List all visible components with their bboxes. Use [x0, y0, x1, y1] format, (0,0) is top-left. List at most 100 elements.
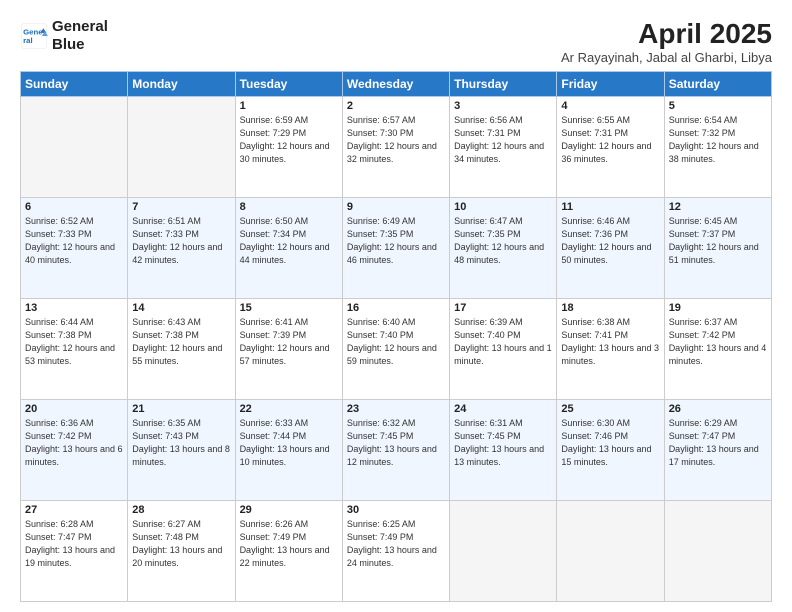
day-number: 2 [347, 100, 445, 112]
day-number: 12 [669, 201, 767, 213]
calendar-cell: 21 Sunrise: 6:35 AMSunset: 7:43 PMDayligh… [128, 400, 235, 501]
calendar-cell [557, 501, 664, 602]
day-info: Sunrise: 6:32 AMSunset: 7:45 PMDaylight:… [347, 417, 445, 469]
day-header-friday: Friday [557, 72, 664, 97]
day-info: Sunrise: 6:56 AMSunset: 7:31 PMDaylight:… [454, 114, 552, 166]
day-info: Sunrise: 6:57 AMSunset: 7:30 PMDaylight:… [347, 114, 445, 166]
day-number: 16 [347, 302, 445, 314]
calendar-cell: 1 Sunrise: 6:59 AMSunset: 7:29 PMDaylight… [235, 97, 342, 198]
logo-line1: General [52, 18, 108, 36]
calendar-week-row: 13 Sunrise: 6:44 AMSunset: 7:38 PMDayligh… [21, 299, 772, 400]
day-info: Sunrise: 6:26 AMSunset: 7:49 PMDaylight:… [240, 518, 338, 570]
day-number: 1 [240, 100, 338, 112]
day-info: Sunrise: 6:29 AMSunset: 7:47 PMDaylight:… [669, 417, 767, 469]
logo: Gene- ral General Blue [20, 18, 108, 54]
day-info: Sunrise: 6:36 AMSunset: 7:42 PMDaylight:… [25, 417, 123, 469]
calendar-cell: 5 Sunrise: 6:54 AMSunset: 7:32 PMDaylight… [664, 97, 771, 198]
calendar-week-row: 20 Sunrise: 6:36 AMSunset: 7:42 PMDayligh… [21, 400, 772, 501]
calendar-week-row: 6Sunrise: 6:52 AMSunset: 7:33 PMDaylight… [21, 198, 772, 299]
day-info: Sunrise: 6:31 AMSunset: 7:45 PMDaylight:… [454, 417, 552, 469]
day-number: 15 [240, 302, 338, 314]
calendar-cell: 17 Sunrise: 6:39 AMSunset: 7:40 PMDayligh… [450, 299, 557, 400]
day-number: 20 [25, 403, 123, 415]
day-info: Sunrise: 6:54 AMSunset: 7:32 PMDaylight:… [669, 114, 767, 166]
calendar-cell: 2 Sunrise: 6:57 AMSunset: 7:30 PMDaylight… [342, 97, 449, 198]
calendar-cell: 29 Sunrise: 6:26 AMSunset: 7:49 PMDayligh… [235, 501, 342, 602]
calendar-cell: 28 Sunrise: 6:27 AMSunset: 7:48 PMDayligh… [128, 501, 235, 602]
calendar-cell: 15 Sunrise: 6:41 AMSunset: 7:39 PMDayligh… [235, 299, 342, 400]
day-number: 22 [240, 403, 338, 415]
calendar-cell: 4 Sunrise: 6:55 AMSunset: 7:31 PMDaylight… [557, 97, 664, 198]
day-info: Sunrise: 6:55 AMSunset: 7:31 PMDaylight:… [561, 114, 659, 166]
day-number: 24 [454, 403, 552, 415]
day-info: Sunrise: 6:28 AMSunset: 7:47 PMDaylight:… [25, 518, 123, 570]
calendar-cell: 25 Sunrise: 6:30 AMSunset: 7:46 PMDayligh… [557, 400, 664, 501]
day-number: 17 [454, 302, 552, 314]
day-info: Sunrise: 6:50 AMSunset: 7:34 PMDaylight:… [240, 215, 338, 267]
day-info: Sunrise: 6:33 AMSunset: 7:44 PMDaylight:… [240, 417, 338, 469]
calendar-cell: 6Sunrise: 6:52 AMSunset: 7:33 PMDaylight… [21, 198, 128, 299]
calendar-cell: 27 Sunrise: 6:28 AMSunset: 7:47 PMDayligh… [21, 501, 128, 602]
calendar-cell: 30 Sunrise: 6:25 AMSunset: 7:49 PMDayligh… [342, 501, 449, 602]
calendar-cell: 20 Sunrise: 6:36 AMSunset: 7:42 PMDayligh… [21, 400, 128, 501]
day-info: Sunrise: 6:25 AMSunset: 7:49 PMDaylight:… [347, 518, 445, 570]
calendar-cell [128, 97, 235, 198]
day-info: Sunrise: 6:30 AMSunset: 7:46 PMDaylight:… [561, 417, 659, 469]
day-number: 8 [240, 201, 338, 213]
calendar-cell: 11Sunrise: 6:46 AMSunset: 7:36 PMDayligh… [557, 198, 664, 299]
calendar-cell: 19 Sunrise: 6:37 AMSunset: 7:42 PMDayligh… [664, 299, 771, 400]
day-number: 7 [132, 201, 230, 213]
day-info: Sunrise: 6:38 AMSunset: 7:41 PMDaylight:… [561, 316, 659, 368]
day-number: 25 [561, 403, 659, 415]
day-number: 27 [25, 504, 123, 516]
calendar-week-row: 1 Sunrise: 6:59 AMSunset: 7:29 PMDaylight… [21, 97, 772, 198]
calendar: SundayMondayTuesdayWednesdayThursdayFrid… [20, 71, 772, 602]
header: Gene- ral General Blue April 2025 Ar Ray… [20, 18, 772, 65]
calendar-cell [450, 501, 557, 602]
calendar-cell: 18Sunrise: 6:38 AMSunset: 7:41 PMDayligh… [557, 299, 664, 400]
day-info: Sunrise: 6:35 AMSunset: 7:43 PMDaylight:… [132, 417, 230, 469]
calendar-cell: 13 Sunrise: 6:44 AMSunset: 7:38 PMDayligh… [21, 299, 128, 400]
day-number: 14 [132, 302, 230, 314]
day-info: Sunrise: 6:44 AMSunset: 7:38 PMDaylight:… [25, 316, 123, 368]
day-number: 11 [561, 201, 659, 213]
calendar-cell: 12Sunrise: 6:45 AMSunset: 7:37 PMDayligh… [664, 198, 771, 299]
calendar-cell: 26 Sunrise: 6:29 AMSunset: 7:47 PMDayligh… [664, 400, 771, 501]
day-info: Sunrise: 6:40 AMSunset: 7:40 PMDaylight:… [347, 316, 445, 368]
day-header-tuesday: Tuesday [235, 72, 342, 97]
day-info: Sunrise: 6:37 AMSunset: 7:42 PMDaylight:… [669, 316, 767, 368]
calendar-week-row: 27 Sunrise: 6:28 AMSunset: 7:47 PMDayligh… [21, 501, 772, 602]
day-info: Sunrise: 6:43 AMSunset: 7:38 PMDaylight:… [132, 316, 230, 368]
day-info: Sunrise: 6:52 AMSunset: 7:33 PMDaylight:… [25, 215, 123, 267]
day-number: 29 [240, 504, 338, 516]
calendar-cell [664, 501, 771, 602]
day-number: 28 [132, 504, 230, 516]
day-info: Sunrise: 6:39 AMSunset: 7:40 PMDaylight:… [454, 316, 552, 368]
day-number: 30 [347, 504, 445, 516]
calendar-cell: 7 Sunrise: 6:51 AMSunset: 7:33 PMDaylight… [128, 198, 235, 299]
day-info: Sunrise: 6:51 AMSunset: 7:33 PMDaylight:… [132, 215, 230, 267]
day-number: 19 [669, 302, 767, 314]
day-number: 13 [25, 302, 123, 314]
logo-text: General Blue [52, 18, 108, 54]
page: Gene- ral General Blue April 2025 Ar Ray… [0, 0, 792, 612]
day-number: 9 [347, 201, 445, 213]
day-number: 5 [669, 100, 767, 112]
calendar-cell: 14 Sunrise: 6:43 AMSunset: 7:38 PMDayligh… [128, 299, 235, 400]
calendar-cell: 22 Sunrise: 6:33 AMSunset: 7:44 PMDayligh… [235, 400, 342, 501]
calendar-cell: 23Sunrise: 6:32 AMSunset: 7:45 PMDayligh… [342, 400, 449, 501]
day-info: Sunrise: 6:47 AMSunset: 7:35 PMDaylight:… [454, 215, 552, 267]
day-info: Sunrise: 6:49 AMSunset: 7:35 PMDaylight:… [347, 215, 445, 267]
day-info: Sunrise: 6:27 AMSunset: 7:48 PMDaylight:… [132, 518, 230, 570]
day-header-wednesday: Wednesday [342, 72, 449, 97]
day-info: Sunrise: 6:41 AMSunset: 7:39 PMDaylight:… [240, 316, 338, 368]
title-block: April 2025 Ar Rayayinah, Jabal al Gharbi… [561, 18, 772, 65]
calendar-cell: 24 Sunrise: 6:31 AMSunset: 7:45 PMDayligh… [450, 400, 557, 501]
day-number: 26 [669, 403, 767, 415]
day-number: 21 [132, 403, 230, 415]
calendar-cell: 16 Sunrise: 6:40 AMSunset: 7:40 PMDayligh… [342, 299, 449, 400]
day-info: Sunrise: 6:59 AMSunset: 7:29 PMDaylight:… [240, 114, 338, 166]
logo-icon: Gene- ral [20, 22, 48, 50]
day-number: 4 [561, 100, 659, 112]
calendar-cell: 9 Sunrise: 6:49 AMSunset: 7:35 PMDaylight… [342, 198, 449, 299]
